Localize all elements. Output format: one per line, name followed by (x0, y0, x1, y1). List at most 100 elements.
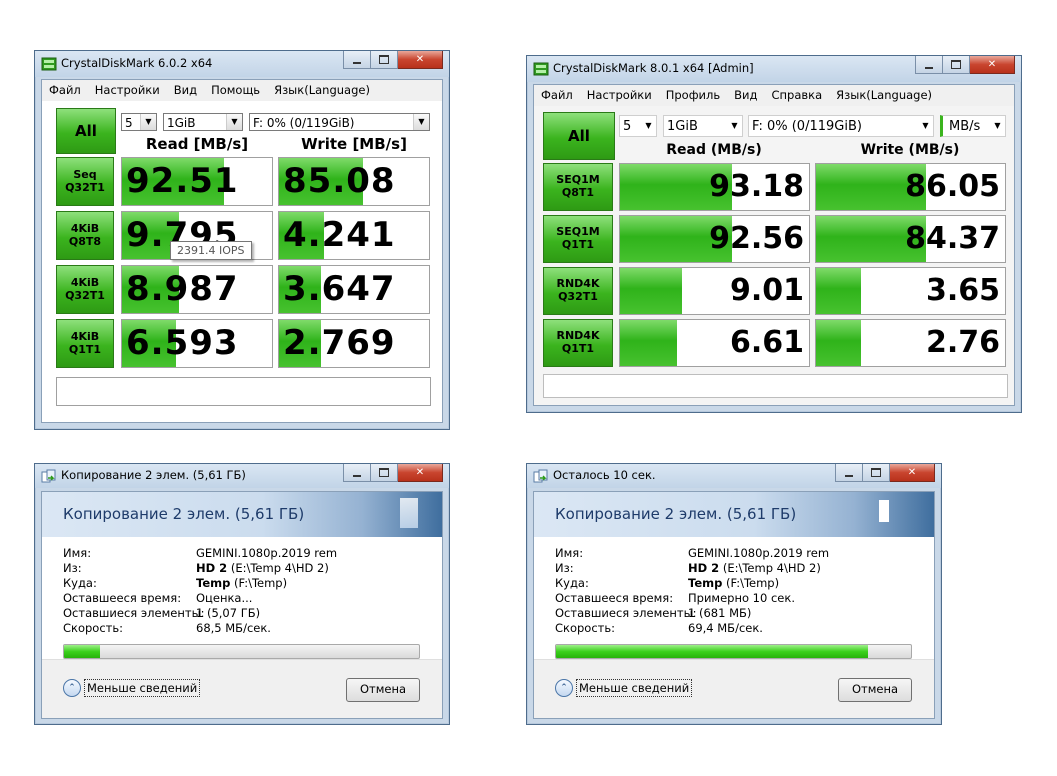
drive-value: F: 0% (0/119GiB) (752, 119, 862, 134)
test-label-line1: Seq (73, 168, 97, 181)
menu-view[interactable]: Вид (167, 80, 204, 100)
test-button-row-3[interactable]: RND4K Q1T1 (543, 319, 613, 367)
test-label-line2: Q1T1 (561, 342, 595, 355)
to-folder[interactable]: Temp (688, 576, 722, 590)
comment-field[interactable] (56, 377, 431, 406)
copy2-details: Имя: GEMINI.1080p.2019 rem Из: HD 2 (E:\… (534, 537, 934, 660)
test-label-line1: RND4K (556, 329, 600, 342)
write-result-value: 84.37 (905, 221, 1000, 256)
count-select[interactable]: 5 ▼ (619, 115, 657, 137)
menu-file[interactable]: Файл (42, 80, 88, 100)
write-result-cell: 85.08 (278, 157, 430, 206)
read-result-bar (620, 268, 683, 314)
cdm8-client: Файл Настройки Профиль Вид Справка Язык(… (533, 84, 1015, 406)
progress-fill (556, 645, 869, 658)
menu-help[interactable]: Справка (764, 85, 829, 105)
less-details-label: Меньше сведений (576, 679, 693, 697)
menu-file[interactable]: Файл (534, 85, 580, 105)
drive-select[interactable]: F: 0% (0/119GiB) ▼ (748, 115, 934, 137)
from-folder[interactable]: HD 2 (688, 561, 719, 575)
decor-page-shape (400, 498, 418, 528)
minimize-button[interactable] (343, 51, 371, 69)
unit-select[interactable]: MB/s ▼ (940, 115, 1006, 137)
comment-field[interactable] (543, 374, 1008, 398)
from-value: HD 2 (E:\Temp 4\HD 2) (196, 561, 329, 576)
write-result-cell: 86.05 (815, 163, 1006, 211)
chevron-down-icon: ▼ (645, 121, 652, 130)
test-button-row-2[interactable]: RND4K Q32T1 (543, 267, 613, 315)
cdm8-titlebar[interactable]: CrystalDiskMark 8.0.1 x64 [Admin] ✕ (527, 56, 1021, 82)
cdm8-main: All 5 ▼ 1GiB ▼ F: 0% (0/119GiB) ▼ MB/s ▼ Rea… (534, 106, 1014, 405)
maximize-button[interactable] (863, 464, 890, 482)
maximize-button[interactable] (371, 464, 398, 482)
read-result-cell: 9.01 (619, 267, 810, 315)
close-button[interactable]: ✕ (398, 464, 443, 482)
chevron-down-icon: ▼ (140, 114, 156, 130)
cdm8-menubar: Файл Настройки Профиль Вид Справка Язык(… (534, 85, 1014, 105)
cdm8-window: CrystalDiskMark 8.0.1 x64 [Admin] ✕ Файл… (526, 55, 1022, 413)
read-result-value: 92.51 (126, 161, 239, 201)
to-label: Куда: (555, 576, 589, 590)
test-label-line2: Q32T1 (65, 289, 105, 302)
speed-value: 69,4 МБ/сек. (688, 621, 763, 635)
maximize-button[interactable] (371, 51, 398, 69)
close-button[interactable]: ✕ (890, 464, 935, 482)
cdm-app-icon (533, 62, 549, 76)
close-button[interactable]: ✕ (970, 56, 1015, 74)
test-button-row-0[interactable]: Seq Q32T1 (56, 157, 114, 206)
write-result-cell: 2.769 (278, 319, 430, 368)
menu-profile[interactable]: Профиль (659, 85, 727, 105)
cancel-button[interactable]: Отмена (838, 678, 912, 702)
drive-select[interactable]: F: 0% (0/119GiB) ▼ (249, 113, 430, 131)
size-select[interactable]: 1GiB ▼ (163, 113, 243, 131)
test-button-row-1[interactable]: SEQ1M Q1T1 (543, 215, 613, 263)
cancel-button[interactable]: Отмена (346, 678, 420, 702)
menu-settings[interactable]: Настройки (580, 85, 659, 105)
all-button[interactable]: All (56, 108, 116, 154)
write-header: Write [MB/s] (301, 135, 407, 153)
to-folder[interactable]: Temp (196, 576, 230, 590)
test-button-row-0[interactable]: SEQ1M Q8T1 (543, 163, 613, 211)
write-result-value: 86.05 (905, 169, 1000, 204)
count-select[interactable]: 5 ▼ (121, 113, 157, 131)
copy-progress-bar (555, 644, 912, 659)
to-path: (F:\Temp) (722, 576, 780, 590)
write-result-cell: 4.241 (278, 211, 430, 260)
test-label-line2: Q1T1 (561, 238, 595, 251)
test-label-line2: Q8T8 (68, 235, 102, 248)
chevron-down-icon: ▼ (731, 121, 738, 130)
less-details-button[interactable]: ⌃ Меньше сведений (63, 679, 201, 697)
copy1-details: Имя: GEMINI.1080p.2019 rem Из: HD 2 (E:\… (42, 537, 442, 660)
maximize-button[interactable] (943, 56, 970, 74)
cdm-app-icon (41, 57, 57, 71)
test-button-row-2[interactable]: 4KiB Q32T1 (56, 265, 114, 314)
size-select[interactable]: 1GiB ▼ (663, 115, 743, 137)
copy2-titlebar[interactable]: Осталось 10 сек. ✕ (527, 464, 941, 488)
minimize-button[interactable] (835, 464, 863, 482)
test-label-line1: RND4K (556, 277, 600, 290)
copy2-title: Осталось 10 сек. (553, 468, 656, 482)
write-header: Write (MB/s) (860, 142, 960, 158)
menu-language[interactable]: Язык(Language) (267, 80, 377, 100)
cdm6-title: CrystalDiskMark 6.0.2 x64 (61, 56, 213, 70)
cdm6-titlebar[interactable]: CrystalDiskMark 6.0.2 x64 ✕ (35, 51, 449, 77)
menu-help[interactable]: Помощь (204, 80, 267, 100)
count-value: 5 (623, 119, 632, 134)
time-label: Оставшееся время: (63, 591, 182, 605)
menu-view[interactable]: Вид (727, 85, 764, 105)
from-path: (E:\Temp 4\HD 2) (719, 561, 821, 575)
menu-settings[interactable]: Настройки (88, 80, 167, 100)
test-label-line2: Q8T1 (561, 186, 595, 199)
from-folder[interactable]: HD 2 (196, 561, 227, 575)
minimize-button[interactable] (343, 464, 371, 482)
menu-language[interactable]: Язык(Language) (829, 85, 939, 105)
all-button[interactable]: All (543, 112, 615, 160)
test-button-row-1[interactable]: 4KiB Q8T8 (56, 211, 114, 260)
minimize-button[interactable] (915, 56, 943, 74)
less-details-button[interactable]: ⌃ Меньше сведений (555, 679, 693, 697)
write-result-cell: 84.37 (815, 215, 1006, 263)
copy1-titlebar[interactable]: Копирование 2 элем. (5,61 ГБ) ✕ (35, 464, 449, 488)
time-value: Оценка... (196, 591, 253, 605)
close-button[interactable]: ✕ (398, 51, 443, 69)
test-button-row-3[interactable]: 4KiB Q1T1 (56, 319, 114, 368)
